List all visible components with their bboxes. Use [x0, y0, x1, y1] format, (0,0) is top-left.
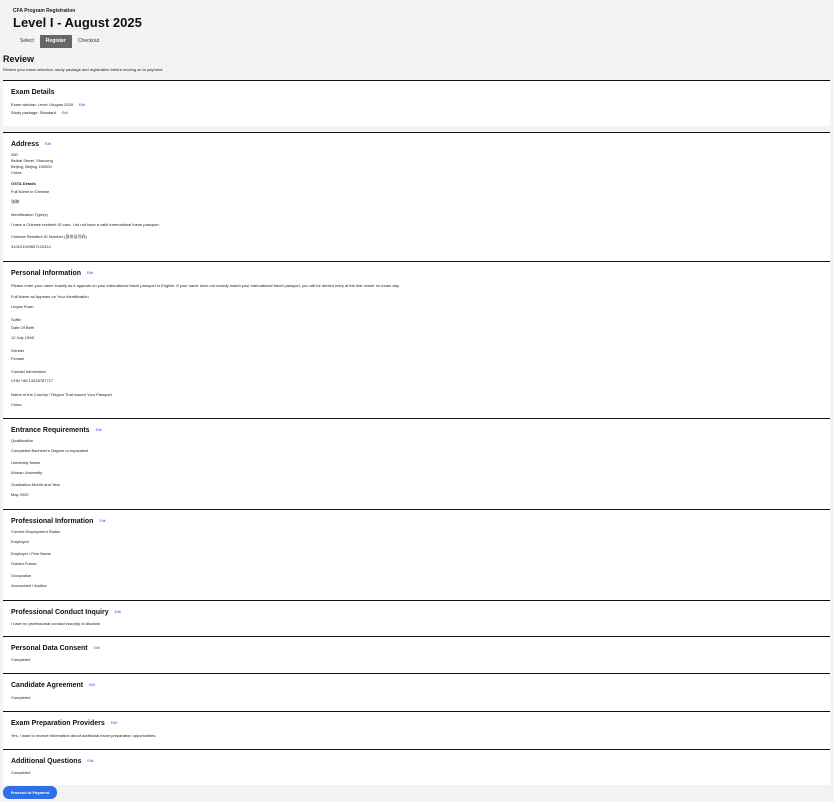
section-title: Candidate Agreement Edit: [11, 682, 96, 689]
section-title: Address Edit: [11, 141, 52, 148]
field-label: Qualification: [11, 438, 34, 443]
additional-questions-section: Additional Questions Edit Completed: [3, 749, 830, 785]
field-label: Full Name in Chinese: [11, 189, 50, 194]
step-register[interactable]: Register: [39, 35, 72, 48]
field-value: Completed: [11, 695, 31, 700]
professional-information-section: Professional Information Edit Current Emp…: [3, 509, 830, 600]
field-value: CHN +86 13328787717: [11, 378, 54, 383]
field-value: Accountant / Auditor: [11, 583, 47, 588]
edit-link[interactable]: Edit: [62, 111, 68, 115]
step-tabs: Select Register Checkout: [14, 35, 105, 48]
study-package: Study package: Standard: [11, 110, 56, 115]
field-label: Date Of Birth: [11, 325, 35, 330]
section-title: Personal Information Edit: [11, 270, 94, 277]
exam-details-section: Exam Details Exam window: Level I August…: [3, 80, 830, 126]
osta-heading: OSTA Details: [11, 181, 36, 186]
field-value: Linyan Ruan: [11, 304, 34, 309]
field-value: I have a Chinese resident ID card. I do …: [11, 222, 160, 227]
field-label: Contact Information: [11, 369, 46, 374]
address-section: Address Edit 250 Beihai Street, Shaoxing …: [3, 132, 830, 261]
field-value: China: [11, 402, 22, 407]
section-title: Additional Questions Edit: [11, 758, 94, 765]
exam-preparation-providers-section: Exam Preparation Providers Edit Yes, I wa…: [3, 711, 830, 749]
edit-link[interactable]: Edit: [94, 646, 100, 650]
section-title: Exam Details: [11, 89, 55, 96]
field-value: Yes, I want to receive information about…: [11, 733, 157, 738]
field-label: Full Name as Appears on Your Identificat…: [11, 294, 89, 299]
field-value: 12 July 1998: [11, 335, 34, 340]
field-label: University Name: [11, 460, 41, 465]
page-header: CFA Program Registration Level I - Augus…: [0, 0, 834, 48]
edit-link[interactable]: Edit: [115, 610, 121, 614]
proceed-to-payment-button[interactable]: Proceed to Payment: [3, 786, 57, 799]
address-line: 250: [11, 152, 18, 157]
step-checkout[interactable]: Checkout: [72, 35, 105, 48]
program-label: CFA Program Registration: [13, 8, 76, 14]
candidate-agreement-section: Candidate Agreement Edit Completed: [3, 673, 830, 711]
field-label: Identification Type(s): [11, 212, 48, 217]
section-title: Exam Preparation Providers Edit: [11, 720, 117, 727]
edit-link[interactable]: Edit: [89, 683, 95, 687]
edit-link[interactable]: Edit: [45, 142, 51, 146]
personal-data-consent-section: Personal Data Consent Edit Completed: [3, 636, 830, 673]
edit-link[interactable]: Edit: [111, 721, 117, 725]
field-value: May 2020: [11, 492, 29, 497]
field-value: 张琳: [11, 199, 19, 204]
field-value: Completed Bachelor's Degree or equivalen…: [11, 448, 89, 453]
section-title: Personal Data Consent Edit: [11, 645, 100, 652]
page-title: Level I - August 2025: [13, 15, 142, 30]
field-label: Suffix: [11, 317, 21, 322]
field-label: Name of the Country / Region That Issued…: [11, 392, 112, 397]
field-label: Gender: [11, 348, 25, 353]
section-title: Entrance Requirements Edit: [11, 427, 102, 434]
field-label: Chinese Resident ID Number (身份证号码): [11, 234, 87, 239]
field-label: Employer / Firm Name: [11, 551, 52, 556]
field-label: Occupation: [11, 573, 32, 578]
field-label: Graduation Month and Year: [11, 482, 60, 487]
edit-link[interactable]: Edit: [87, 759, 93, 763]
professional-conduct-section: Professional Conduct Inquiry Edit I have …: [3, 600, 830, 636]
section-note: Please enter your name exactly as it app…: [11, 283, 400, 288]
field-value: Golden Future: [11, 561, 37, 566]
edit-link[interactable]: Edit: [87, 271, 93, 275]
section-title: Professional Information Edit: [11, 518, 106, 525]
review-title: Review: [3, 54, 35, 64]
address-line: China: [11, 170, 22, 175]
field-value: Wuhan University: [11, 470, 43, 475]
section-title: Professional Conduct Inquiry Edit: [11, 609, 121, 616]
step-select[interactable]: Select: [14, 35, 40, 48]
entrance-requirements-section: Entrance Requirements Edit Qualification …: [3, 418, 830, 509]
field-value: Completed: [11, 657, 31, 662]
field-label: Current Employment Status: [11, 529, 61, 534]
address-line: Beijing, Beijing 100000: [11, 164, 52, 169]
field-value: Completed: [11, 770, 31, 775]
edit-link[interactable]: Edit: [99, 519, 105, 523]
edit-link[interactable]: Edit: [79, 103, 85, 107]
field-value: I have no professional conduct issue(s) …: [11, 621, 102, 626]
field-value: 310101199807120314: [11, 244, 51, 249]
edit-link[interactable]: Edit: [96, 428, 102, 432]
exam-window: Exam window: Level I August 2025: [11, 102, 74, 107]
field-value: Female: [11, 356, 25, 361]
review-subtitle: Review your exam selection, study packag…: [3, 67, 164, 72]
personal-information-section: Personal Information Edit Please enter yo…: [3, 261, 830, 418]
field-value: Employed: [11, 539, 29, 544]
address-line: Beihai Street, Shaoxing: [11, 158, 53, 163]
